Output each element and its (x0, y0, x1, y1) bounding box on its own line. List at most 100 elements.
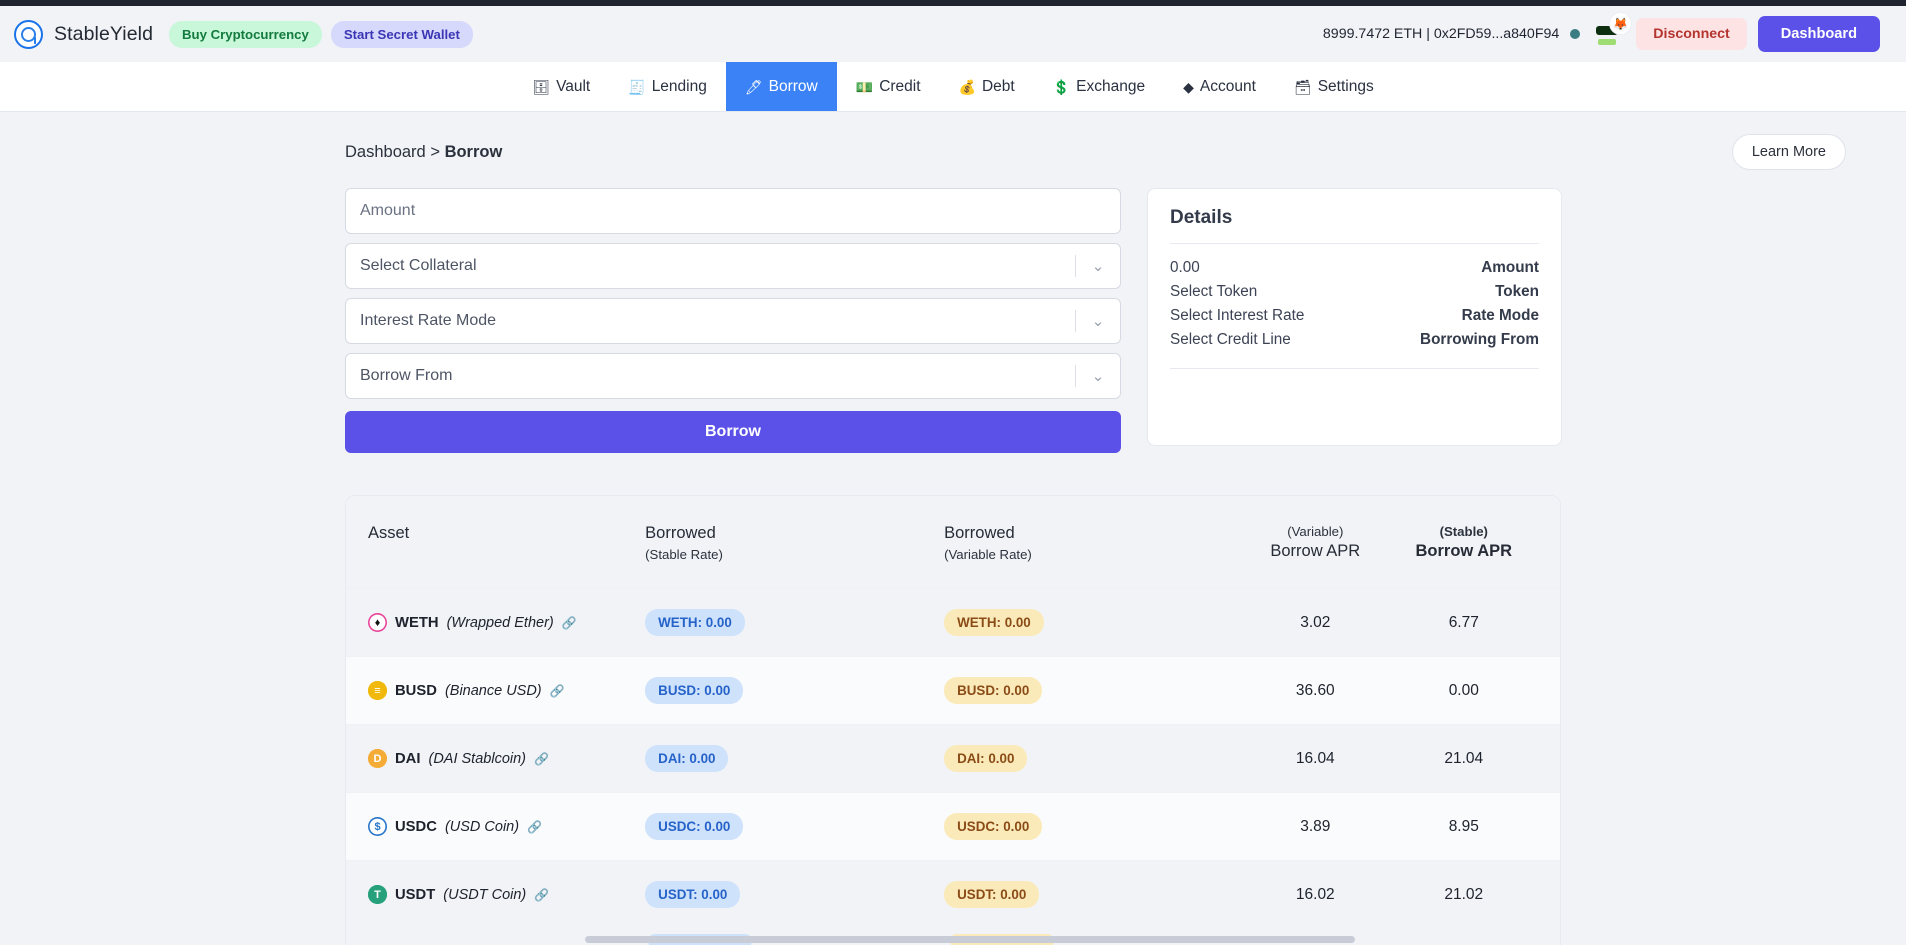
column-header-borrowed-variable: Borrowed (Variable Rate) (944, 496, 1241, 562)
column-header-borrowed-stable: Borrowed (Stable Rate) (645, 496, 944, 562)
nav-item-label: Settings (1317, 77, 1374, 95)
column-header-apr-variable-main: Borrow APR (1270, 542, 1361, 560)
borrowed-variable-cell: BUSD: 0.00 (944, 677, 1241, 704)
nav-item-credit[interactable]: 💵 Credit (837, 62, 940, 111)
asset-cell: ≡ BUSD (Binance USD) 🔗 (368, 681, 645, 700)
interest-rate-mode-label: Interest Rate Mode (360, 312, 497, 329)
nav-item-account[interactable]: ◆ Account (1164, 62, 1275, 111)
nav-item-debt[interactable]: 💰 Debt (940, 62, 1034, 111)
table-header-row: Asset Borrowed (Stable Rate) Borrowed (V… (346, 496, 1560, 588)
table-row: ≡ BUSD (Binance USD) 🔗 BUSD: 0.00 BUSD: 0.00 3… (346, 656, 1560, 724)
disconnect-button[interactable]: Disconnect (1636, 18, 1747, 50)
borrowed-variable-cell: DAI: 0.00 (944, 745, 1241, 772)
asset-cell: ♦ WETH (Wrapped Ether) 🔗 (368, 613, 645, 632)
borrowed-variable-cell: USDC: 0.00 (944, 813, 1241, 840)
borrowed-variable-badge: BUSD: 0.00 (944, 677, 1043, 704)
asset-symbol: DAI (395, 750, 421, 767)
apr-stable-value: 0.00 (1448, 681, 1479, 699)
external-link-icon[interactable]: 🔗 (534, 752, 549, 766)
nav-item-exchange[interactable]: 💲 Exchange (1034, 62, 1164, 111)
column-header-apr-stable: (Stable) Borrow APR (1390, 496, 1538, 561)
nav-item-lending[interactable]: 🧾 Lending (609, 62, 726, 111)
select-collateral-label: Select Collateral (360, 257, 477, 274)
horizontal-scrollbar[interactable] (585, 936, 1355, 943)
page-content: Dashboard > Borrow Learn More Amount Sel… (0, 112, 1906, 945)
select-collateral-dropdown[interactable]: Select Collateral ⌄ (345, 243, 1121, 289)
borrow-from-label: Borrow From (360, 367, 453, 384)
asset-name: (Binance USD) (444, 682, 542, 699)
borrow-from-dropdown[interactable]: Borrow From ⌄ (345, 353, 1121, 399)
breadcrumb: Dashboard > Borrow (345, 143, 502, 162)
table-row: T USDT (USDT Coin) 🔗 USDT: 0.00 USDT: 0.00 16.… (346, 860, 1560, 928)
external-link-icon[interactable]: 🔗 (527, 820, 542, 834)
details-row-label: Borrowing From (1420, 331, 1539, 348)
nav-item-label: Vault (556, 77, 591, 95)
asset-name: (Wrapped Ether) (446, 614, 554, 631)
buy-cryptocurrency-button[interactable]: Buy Cryptocurrency (169, 20, 322, 48)
borrowed-variable-badge: WETH: 0.00 (944, 609, 1044, 636)
interest-rate-mode-dropdown[interactable]: Interest Rate Mode ⌄ (345, 298, 1121, 344)
external-link-icon[interactable]: 🔗 (550, 684, 565, 698)
external-link-icon[interactable]: 🔗 (562, 616, 577, 630)
exchange-icon: 💲 (1052, 78, 1071, 95)
borrowed-stable-badge: USDT: 0.00 (645, 881, 741, 908)
details-row-value: Select Interest Rate (1170, 307, 1305, 324)
column-header-apr-variable: (Variable) Borrow APR (1241, 496, 1389, 561)
vault-icon: 🗄 (532, 78, 551, 95)
apr-variable-value: 3.89 (1300, 817, 1331, 835)
borrowed-variable-badge: USDT: 0.00 (944, 881, 1040, 908)
column-header-apr-stable-sup: (Stable) (1439, 524, 1488, 539)
breadcrumb-current: Borrow (444, 142, 503, 161)
table-row: D DAI (DAI Stablcoin) 🔗 DAI: 0.00 DAI: 0.00 16… (346, 724, 1560, 792)
borrowed-stable-cell: BUSD: 0.00 (645, 677, 944, 704)
asset-symbol: BUSD (395, 682, 437, 699)
asset-name: (USD Coin) (444, 818, 520, 835)
borrowed-stable-cell: USDT: 0.00 (645, 881, 944, 908)
borrowed-stable-badge: USDC: 0.00 (645, 813, 744, 840)
learn-more-button[interactable]: Learn More (1731, 134, 1846, 170)
borrowed-stable-badge: DAI: 0.00 (645, 745, 729, 772)
borrowed-stable-cell: WETH: 0.00 (645, 609, 944, 636)
apr-stable-value: 21.04 (1444, 749, 1484, 767)
wallet-info: 8999.7472 ETH | 0x2FD59...a840F94 (1322, 26, 1560, 42)
details-row-value: Select Credit Line (1170, 331, 1291, 348)
dashboard-button[interactable]: Dashboard (1757, 16, 1880, 52)
borrow-submit-button[interactable]: Borrow (345, 411, 1121, 453)
external-link-icon[interactable]: 🔗 (534, 888, 549, 902)
column-header-asset: Asset (368, 524, 410, 542)
borrowed-variable-cell: WETH: 0.00 (944, 609, 1241, 636)
avatar[interactable]: 🦊 (1591, 13, 1632, 51)
column-header-apr-stable-main: Borrow APR (1415, 542, 1513, 560)
brand[interactable]: StableYield (14, 19, 154, 49)
column-header-borrowed-stable-main: Borrowed (645, 524, 716, 542)
borrowed-stable-cell: USDC: 0.00 (645, 813, 944, 840)
nav-item-settings[interactable]: 🗃 Settings (1275, 62, 1393, 111)
brand-name: StableYield (54, 22, 154, 45)
weth-coin-icon: ♦ (368, 613, 387, 632)
start-secret-wallet-button[interactable]: Start Secret Wallet (330, 20, 473, 48)
details-row-label: Rate Mode (1461, 307, 1539, 324)
usdc-coin-icon: $ (368, 817, 387, 836)
nav-item-label: Credit (879, 77, 921, 95)
stableyield-logo-icon (14, 19, 43, 49)
details-row-label: Token (1495, 283, 1539, 300)
table-row: $ USDC (USD Coin) 🔗 USDC: 0.00 USDC: 0.00 3.89… (346, 792, 1560, 860)
amount-input[interactable]: Amount (345, 188, 1121, 234)
chevron-down-icon: ⌄ (1091, 313, 1105, 330)
nav-item-borrow[interactable]: 🖊 Borrow (725, 62, 837, 111)
header-right: 8999.7472 ETH | 0x2FD59...a840F94 🦊 Disc… (1322, 13, 1880, 52)
asset-cell: T USDT (USDT Coin) 🔗 (368, 885, 645, 904)
debt-icon: 💰 (958, 78, 976, 95)
nav-item-vault[interactable]: 🗄 Vault (513, 62, 609, 111)
borrowed-stable-badge: WETH: 0.00 (645, 609, 745, 636)
details-title: Details (1170, 207, 1233, 228)
apr-variable-value: 16.04 (1295, 749, 1335, 767)
column-header-borrowed-variable-sub: (Variable Rate) (944, 547, 1032, 562)
account-icon: ◆ (1183, 78, 1194, 95)
table-row: ♦ WETH (Wrapped Ether) 🔗 WETH: 0.00 WETH: 0.0… (346, 588, 1560, 656)
breadcrumb-root[interactable]: Dashboard (345, 143, 426, 161)
breadcrumb-row: Dashboard > Borrow Learn More (0, 112, 1906, 170)
usdt-coin-icon: T (368, 885, 387, 904)
nav-item-label: Account (1199, 77, 1256, 95)
asset-symbol: WETH (395, 614, 439, 631)
